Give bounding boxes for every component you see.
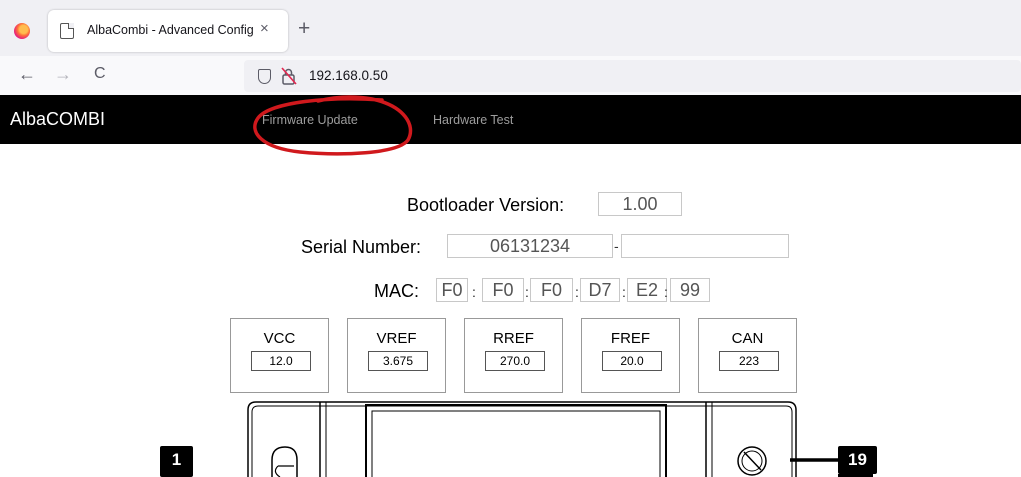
device-diagram bbox=[247, 401, 873, 477]
callout-marker-19: 19 bbox=[838, 446, 877, 474]
callout-marker-1: 1 bbox=[160, 446, 193, 477]
